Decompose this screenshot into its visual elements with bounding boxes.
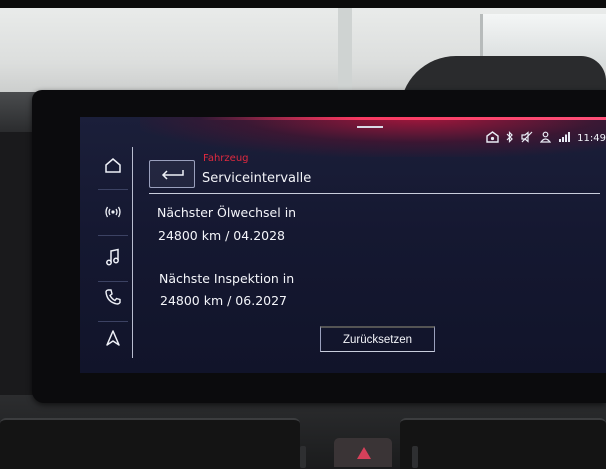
phone-icon (104, 288, 122, 310)
pull-down-handle[interactable] (357, 126, 383, 128)
sidebar-item-music[interactable] (94, 239, 131, 279)
page-title: Serviceintervalle (202, 171, 312, 186)
vent-control-left (300, 446, 306, 468)
inspection-value: 24800 km / 06.2027 (160, 293, 288, 308)
back-arrow-icon (159, 165, 185, 184)
vent-control-right (412, 446, 418, 468)
title-divider (149, 193, 600, 194)
reset-button[interactable]: Zurücksetzen (320, 326, 435, 352)
oil-change-value: 24800 km / 04.2028 (158, 228, 286, 243)
user-icon (539, 131, 552, 146)
sidebar-item-home[interactable] (94, 147, 131, 187)
hazard-button[interactable] (334, 438, 392, 467)
music-note-icon (105, 248, 121, 270)
status-bar: 11:49 (486, 129, 606, 147)
signal-icon (558, 131, 571, 146)
sidebar-item-radio[interactable] (94, 193, 131, 233)
home-icon (104, 157, 122, 178)
oil-change-label: Nächster Ölwechsel in (157, 205, 297, 220)
screen-top-light (200, 117, 606, 120)
sidebar (94, 147, 133, 358)
air-vent-left (0, 418, 300, 469)
clock: 11:49 (577, 132, 606, 144)
mute-icon (521, 130, 533, 146)
sidebar-divider (98, 235, 128, 236)
inspection-label: Nächste Inspektion in (159, 271, 295, 286)
breadcrumb: Fahrzeug (203, 153, 249, 164)
bluetooth-icon (506, 130, 514, 146)
navigation-icon (105, 329, 121, 351)
sidebar-item-phone[interactable] (94, 279, 131, 319)
photo-top-border (0, 0, 606, 8)
connected-car-icon (486, 130, 499, 146)
back-button[interactable] (149, 160, 195, 188)
sidebar-divider (98, 189, 128, 190)
radio-icon (103, 204, 123, 223)
sidebar-item-navigation[interactable] (94, 320, 131, 360)
air-vent-right (400, 418, 606, 469)
